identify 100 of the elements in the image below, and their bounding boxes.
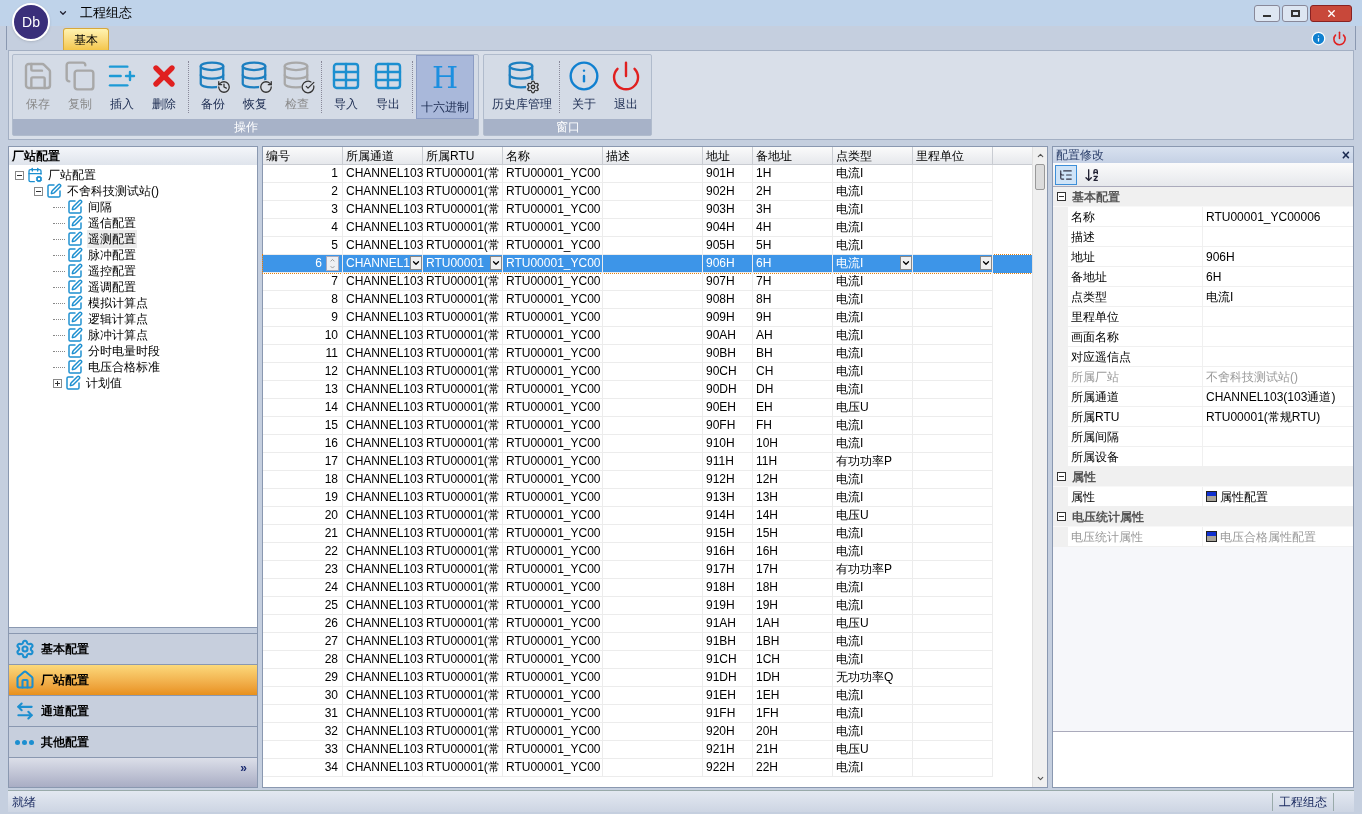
dropdown-button[interactable] [410, 256, 422, 270]
table-row[interactable]: 8 CHANNEL103 RTU00001(常 RTU00001_YC00 908H 8H 电流I [263, 291, 1032, 309]
close-button[interactable] [1310, 4, 1352, 22]
info-icon[interactable] [1311, 31, 1326, 46]
nav-item[interactable]: 基本配置 [9, 633, 257, 664]
table-row[interactable]: 19 CHANNEL103 RTU00001(常 RTU00001_YC00 913H 13H 电流I [263, 489, 1032, 507]
table-row[interactable]: 25 CHANNEL103 RTU00001(常 RTU00001_YC00 919H 19H 电流I [263, 597, 1032, 615]
table-row[interactable]: 7 CHANNEL103 RTU00001(常 RTU00001_YC00 907H 7H 电流I [263, 273, 1032, 291]
table-row[interactable]: 12 CHANNEL103 RTU00001(常 RTU00001_YC00 90CH CH 电流I [263, 363, 1032, 381]
dropdown-button[interactable] [980, 256, 992, 270]
toolbar-button[interactable]: 关于 [563, 55, 605, 119]
table-row[interactable]: 33 CHANNEL103 RTU00001(常 RTU00001_YC00 921H 21H 电压U [263, 741, 1032, 759]
scroll-thumb[interactable] [1035, 164, 1045, 190]
tree-item[interactable]: 厂站配置 [47, 166, 97, 184]
table-row[interactable]: 18 CHANNEL103 RTU00001(常 RTU00001_YC00 912H 12H 电流I [263, 471, 1032, 489]
table-row[interactable]: 27 CHANNEL103 RTU00001(常 RTU00001_YC00 91BH 1BH 电流I [263, 633, 1032, 651]
table-row[interactable]: 21 CHANNEL103 RTU00001(常 RTU00001_YC00 915H 15H 电流I [263, 525, 1032, 543]
quick-access-menu-icon[interactable] [58, 8, 68, 18]
property-value-field[interactable]: CHANNEL103(103通道) [1203, 387, 1353, 407]
table-row[interactable]: 29 CHANNEL103 RTU00001(常 RTU00001_YC00 91DH 1DH 无功功率Q [263, 669, 1032, 687]
table-row[interactable]: 13 CHANNEL103 RTU00001(常 RTU00001_YC00 90DH DH 电流I [263, 381, 1032, 399]
property-value-field[interactable] [1203, 307, 1353, 327]
tree-item[interactable]: 逻辑计算点 [87, 310, 149, 328]
property-value-field[interactable] [1203, 427, 1353, 447]
nav-item[interactable]: 通道配置 [9, 695, 257, 726]
tree-item[interactable]: 遥信配置 [87, 214, 137, 232]
property-value-field[interactable]: 906H [1203, 247, 1353, 267]
collapse-toggle[interactable] [1057, 472, 1066, 481]
toolbar-button[interactable]: 删除 [143, 55, 185, 119]
property-value-field[interactable] [1203, 327, 1353, 347]
toolbar-button[interactable]: 导出 [367, 55, 409, 119]
table-row[interactable]: 9 CHANNEL103 RTU00001(常 RTU00001_YC00 909H 9H 电流I [263, 309, 1032, 327]
dropdown-button[interactable] [900, 256, 912, 270]
toolbar-button[interactable]: 历史库管理 [488, 55, 556, 119]
table-row[interactable]: 1 CHANNEL103 RTU00001(常 RTU00001_YC00 901H 1H 电流I [263, 165, 1032, 183]
expand-toggle[interactable] [34, 186, 43, 196]
table-row[interactable]: 22 CHANNEL103 RTU00001(常 RTU00001_YC00 916H 16H 电流I [263, 543, 1032, 561]
column-header[interactable]: 里程单位 [913, 147, 993, 164]
power-icon[interactable] [1332, 31, 1347, 46]
table-row[interactable]: 10 CHANNEL103 RTU00001(常 RTU00001_YC00 90AH AH 电流I [263, 327, 1032, 345]
column-header[interactable]: 所属RTU [423, 147, 503, 164]
table-row[interactable]: 26 CHANNEL103 RTU00001(常 RTU00001_YC00 91AH 1AH 电压U [263, 615, 1032, 633]
table-row[interactable]: 17 CHANNEL103 RTU00001(常 RTU00001_YC00 911H 11H 有功功率P [263, 453, 1032, 471]
ribbon-tab[interactable]: 基本 [63, 28, 109, 50]
table-row[interactable]: 4 CHANNEL103 RTU00001(常 RTU00001_YC00 904H 4H 电流I [263, 219, 1032, 237]
property-value-field[interactable]: RTU00001(常规RTU) [1203, 407, 1353, 427]
expand-toggle[interactable] [53, 378, 62, 388]
tree-item[interactable]: 遥调配置 [87, 278, 137, 296]
app-badge[interactable]: Db [12, 3, 50, 41]
tree-item[interactable]: 分时电量时段 [87, 342, 161, 360]
toolbar-button[interactable]: 导入 [325, 55, 367, 119]
tree-item[interactable]: 脉冲计算点 [87, 326, 149, 344]
nav-item[interactable]: 厂站配置 [9, 664, 257, 695]
property-value-field[interactable]: 6H [1203, 267, 1353, 287]
categorized-view-button[interactable] [1055, 164, 1077, 185]
collapse-toggle[interactable] [1057, 512, 1066, 521]
dropdown-button[interactable] [490, 256, 502, 270]
expand-toggle[interactable] [15, 170, 24, 180]
tree-item[interactable]: 不舍科技测试站() [66, 182, 160, 200]
table-row[interactable]: 31 CHANNEL103 RTU00001(常 RTU00001_YC00 91FH 1FH 电流I [263, 705, 1032, 723]
toolbar-button[interactable]: 备份 [192, 55, 234, 119]
table-row[interactable]: 2 CHANNEL103 RTU00001(常 RTU00001_YC00 902H 2H 电流I [263, 183, 1032, 201]
tree-item[interactable]: 计划值 [85, 374, 123, 392]
tree-item[interactable]: 间隔 [87, 198, 113, 216]
scrollbar[interactable] [1032, 147, 1047, 787]
tree-item[interactable]: 电压合格标准 [87, 358, 161, 376]
tree-item[interactable]: 模拟计算点 [87, 294, 149, 312]
column-header[interactable]: 地址 [703, 147, 753, 164]
table-row[interactable]: 3 CHANNEL103 RTU00001(常 RTU00001_YC00 903H 3H 电流I [263, 201, 1032, 219]
table-row[interactable]: 24 CHANNEL103 RTU00001(常 RTU00001_YC00 918H 18H 电流I [263, 579, 1032, 597]
table-row[interactable]: 32 CHANNEL103 RTU00001(常 RTU00001_YC00 920H 20H 电流I [263, 723, 1032, 741]
column-header[interactable]: 点类型 [833, 147, 913, 164]
toolbar-button[interactable]: 插入 [101, 55, 143, 119]
toolbar-button[interactable]: H 十六进制 [416, 55, 474, 119]
table-row[interactable]: 28 CHANNEL103 RTU00001(常 RTU00001_YC00 91CH 1CH 电流I [263, 651, 1032, 669]
collapse-toggle[interactable] [1057, 192, 1066, 201]
nav-item[interactable]: 其他配置 [9, 726, 257, 757]
table-row[interactable]: 16 CHANNEL103 RTU00001(常 RTU00001_YC00 910H 10H 电流I [263, 435, 1032, 453]
column-header[interactable]: 备地址 [753, 147, 833, 164]
column-header[interactable]: 描述 [603, 147, 703, 164]
table-row[interactable]: 14 CHANNEL103 RTU00001(常 RTU00001_YC00 90EH EH 电压U [263, 399, 1032, 417]
property-value-field[interactable] [1203, 227, 1353, 247]
close-button[interactable]: × [1341, 148, 1350, 162]
property-value-field[interactable] [1203, 347, 1353, 367]
table-row[interactable]: 11 CHANNEL103 RTU00001(常 RTU00001_YC00 90BH BH 电流I [263, 345, 1032, 363]
more-button[interactable]: » [240, 762, 247, 774]
toolbar-button[interactable]: 退出 [605, 55, 647, 119]
table-row[interactable]: 23 CHANNEL103 RTU00001(常 RTU00001_YC00 917H 17H 有功功率P [263, 561, 1032, 579]
table-row[interactable]: 20 CHANNEL103 RTU00001(常 RTU00001_YC00 914H 14H 电压U [263, 507, 1032, 525]
tree-item[interactable]: 遥测配置 [87, 230, 137, 248]
tree-item[interactable]: 脉冲配置 [87, 246, 137, 264]
property-value-field[interactable] [1203, 447, 1353, 467]
table-row[interactable]: 34 CHANNEL103 RTU00001(常 RTU00001_YC00 922H 22H 电流I [263, 759, 1032, 777]
table-row[interactable]: 15 CHANNEL103 RTU00001(常 RTU00001_YC00 90FH FH 电流I [263, 417, 1032, 435]
table-row[interactable]: 30 CHANNEL103 RTU00001(常 RTU00001_YC00 91EH 1EH 电流I [263, 687, 1032, 705]
tree-item[interactable]: 遥控配置 [87, 262, 137, 280]
column-header[interactable]: 所属通道 [343, 147, 423, 164]
property-value-field[interactable]: 电流I [1203, 287, 1353, 307]
down-caret-icon[interactable] [1035, 774, 1045, 783]
maximize-button[interactable] [1282, 4, 1308, 22]
